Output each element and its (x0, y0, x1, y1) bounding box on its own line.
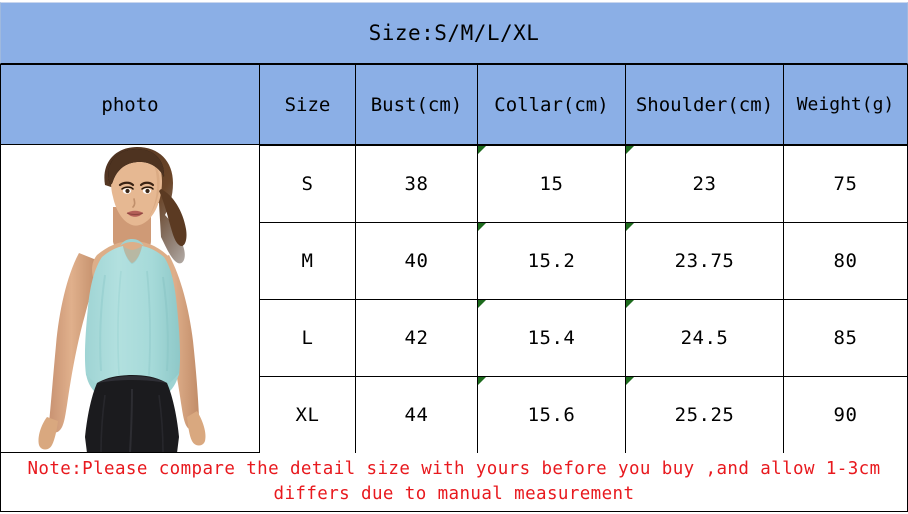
product-photo-cell (0, 145, 260, 453)
measurement-note: Note:Please compare the detail size with… (0, 453, 908, 512)
note-line-1: Note:Please compare the detail size with… (27, 459, 881, 479)
table-cell-collar-value: 15.4 (527, 327, 576, 349)
size-chart-table: Size:S/M/L/XL photo Size Bust(cm) Collar… (0, 0, 908, 514)
table-cell-collar: 15.6 (477, 376, 626, 454)
table-cell-size: S (259, 145, 356, 223)
comment-marker-icon (478, 377, 486, 385)
comment-marker-icon (626, 300, 634, 308)
table-cell-weight: 80 (783, 222, 908, 300)
table-cell-shoulder-value: 24.5 (680, 327, 729, 349)
column-header-shoulder: Shoulder(cm) (625, 64, 784, 145)
column-header-collar: Collar(cm) (477, 64, 626, 145)
column-header-bust: Bust(cm) (355, 64, 478, 145)
table-cell-collar: 15.4 (477, 299, 626, 377)
table-cell-collar: 15 (477, 145, 626, 223)
table-cell-collar-value: 15.6 (527, 404, 576, 426)
photo-background (1, 145, 259, 452)
column-header-photo: photo (0, 64, 260, 145)
note-line-2: differs due to manual measurement (273, 484, 635, 504)
comment-marker-icon (626, 377, 634, 385)
table-cell-collar-value: 15 (539, 173, 564, 195)
chart-title: Size:S/M/L/XL (0, 2, 908, 64)
table-cell-size: M (259, 222, 356, 300)
comment-marker-icon (478, 223, 486, 231)
table-cell-shoulder-value: 25.25 (674, 404, 735, 426)
column-header-size: Size (259, 64, 356, 145)
table-cell-shoulder-value: 23.75 (674, 250, 735, 272)
table-cell-bust: 38 (355, 145, 478, 223)
table-cell-weight: 75 (783, 145, 908, 223)
table-cell-bust: 40 (355, 222, 478, 300)
table-cell-size: L (259, 299, 356, 377)
table-cell-bust: 44 (355, 376, 478, 454)
table-cell-collar: 15.2 (477, 222, 626, 300)
table-cell-shoulder: 23.75 (625, 222, 784, 300)
comment-marker-icon (626, 223, 634, 231)
table-cell-weight: 90 (783, 376, 908, 454)
table-cell-shoulder: 23 (625, 145, 784, 223)
comment-marker-icon (626, 146, 634, 154)
model-photo-illustration (1, 145, 259, 452)
column-header-weight: Weight(g) (783, 64, 908, 145)
table-cell-shoulder: 24.5 (625, 299, 784, 377)
comment-marker-icon (478, 300, 486, 308)
table-cell-bust: 42 (355, 299, 478, 377)
table-cell-collar-value: 15.2 (527, 250, 576, 272)
table-cell-weight: 85 (783, 299, 908, 377)
table-cell-shoulder-value: 23 (692, 173, 717, 195)
comment-marker-icon (478, 146, 486, 154)
table-cell-shoulder: 25.25 (625, 376, 784, 454)
table-cell-size: XL (259, 376, 356, 454)
